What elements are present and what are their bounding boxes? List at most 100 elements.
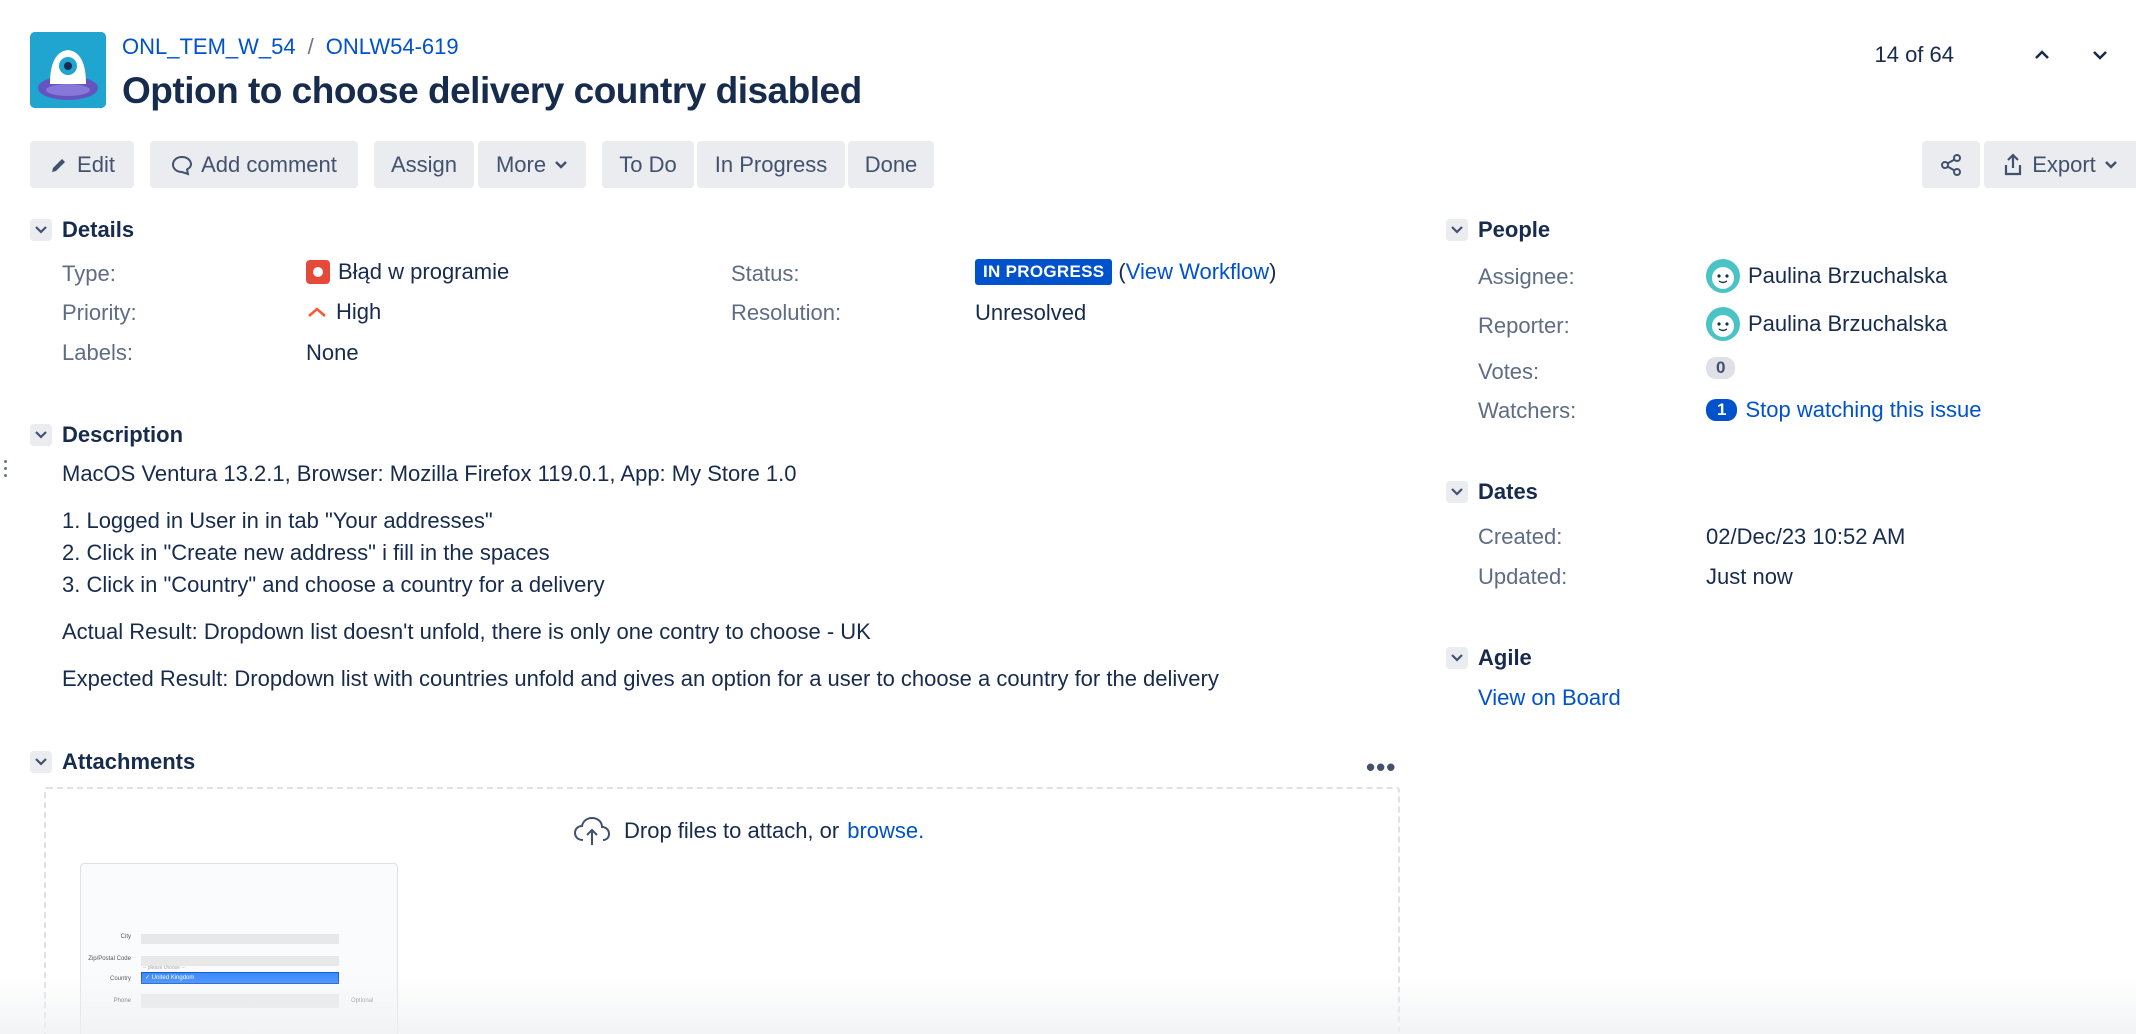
dates-toggle[interactable] [1446, 481, 1468, 503]
thumb-field-label: City [120, 934, 131, 940]
share-button[interactable] [1922, 141, 1980, 188]
drop-text-label: Drop files to attach, or [624, 818, 840, 843]
share-icon [1941, 153, 1961, 176]
drop-text: Drop files to attach, or browse. [572, 815, 924, 847]
chevron-down-icon [1451, 488, 1463, 496]
thumb-input [141, 994, 339, 1008]
edit-button-label: Edit [77, 151, 115, 177]
done-label: Done [864, 151, 918, 177]
attachments-section-header: Attachments [30, 749, 195, 775]
type-text: Błąd w programie [338, 259, 510, 284]
votes-value[interactable]: 0 [1706, 357, 1736, 379]
watchers-value: 1 Stop watching this issue [1706, 397, 1982, 423]
priority-high-icon [308, 307, 326, 317]
export-label: Export [2032, 151, 2096, 177]
add-comment-button[interactable]: Add comment [150, 141, 358, 188]
assign-button[interactable]: Assign [374, 141, 474, 188]
in-progress-label: In Progress [714, 151, 828, 177]
issue-toolbar: Edit Add comment Assign More To Do In Pr… [30, 141, 2136, 188]
status-badge: IN PROGRESS [975, 259, 1113, 285]
description-step: 2. Click in "Create new address" i fill … [62, 540, 550, 565]
assignee-name: Paulina Brzuchalska [1748, 263, 1948, 288]
todo-label: To Do [619, 151, 677, 177]
details-toggle[interactable] [30, 219, 52, 241]
page-title: Option to choose delivery country disabl… [122, 70, 862, 111]
cloud-upload-icon [573, 816, 611, 845]
workflow-open-paren: ( [1118, 259, 1126, 284]
type-label: Type: [62, 261, 116, 286]
workflow-close-paren: ) [1269, 259, 1277, 284]
description-section-header: Description [30, 422, 183, 448]
breadcrumb-issue-link[interactable]: ONLW54-619 [326, 34, 459, 60]
details-section-header: Details [30, 217, 134, 243]
agile-toggle[interactable] [1446, 647, 1468, 669]
attachments-toggle[interactable] [30, 751, 52, 773]
resolution-value: Unresolved [975, 300, 1087, 325]
stop-watching-link[interactable]: Stop watching this issue [1745, 397, 1981, 423]
status-label: Status: [731, 261, 800, 286]
bug-icon [306, 260, 330, 284]
project-avatar[interactable] [30, 32, 106, 108]
attachment-thumbnail[interactable]: City Zip/Postal Code -- please choose --… [80, 863, 398, 1034]
chevron-down-icon [2104, 160, 2117, 169]
dates-section-header: Dates [1446, 479, 1538, 505]
resolution-label: Resolution: [731, 300, 842, 325]
pager-count: 14 of 64 [1874, 42, 1954, 67]
more-label: More [495, 151, 547, 177]
more-button[interactable]: More [478, 141, 586, 188]
priority-label: Priority: [62, 300, 137, 325]
edit-button[interactable]: Edit [30, 141, 134, 188]
description-step: 1. Logged in User in in tab "Your addres… [62, 508, 493, 533]
thumb-input [141, 934, 339, 944]
breadcrumb: ONL_TEM_W_54 / ONLW54-619 [122, 34, 459, 60]
status-todo-button[interactable]: To Do [602, 141, 694, 188]
chevron-down-icon [555, 160, 567, 169]
chevron-down-icon[interactable] [2090, 45, 2110, 65]
attachments-more-icon[interactable]: ••• [1366, 752, 1396, 783]
export-button[interactable]: Export [1984, 141, 2136, 188]
assignee-label: Assignee: [1478, 264, 1575, 289]
thumb-optional-text: Optional [351, 998, 374, 1004]
details-heading: Details [62, 217, 135, 242]
avatar [1706, 307, 1740, 341]
votes-label: Votes: [1478, 359, 1540, 384]
add-comment-label: Add comment [201, 151, 337, 177]
reporter-value[interactable]: Paulina Brzuchalska [1706, 307, 1947, 341]
chevron-down-icon [35, 431, 47, 439]
assign-label: Assign [390, 151, 458, 177]
chevron-down-icon [35, 758, 47, 766]
reporter-label: Reporter: [1478, 313, 1570, 338]
thumb-field-label: Country [109, 976, 131, 982]
type-value: Błąd w programie [306, 259, 509, 285]
chevron-down-icon [1451, 654, 1463, 662]
view-on-board-link[interactable]: View on Board [1478, 685, 1621, 711]
breadcrumb-project-link[interactable]: ONL_TEM_W_54 [122, 34, 296, 60]
status-in-progress-button[interactable]: In Progress [697, 141, 845, 188]
description-toggle[interactable] [30, 424, 52, 446]
attachment-dropzone[interactable]: Drop files to attach, or browse. City Zi… [44, 787, 1400, 1034]
chevron-up-icon[interactable] [2032, 45, 2052, 65]
export-icon [2005, 152, 2022, 175]
assignee-value[interactable]: Paulina Brzuchalska [1706, 259, 1947, 293]
description-environment: MacOS Ventura 13.2.1, Browser: Mozilla F… [62, 461, 797, 486]
avatar [1706, 259, 1740, 293]
updated-label: Updated: [1478, 564, 1568, 589]
priority-text: High [336, 299, 382, 324]
priority-value: High [306, 299, 381, 325]
thumb-field-label: Phone [113, 998, 131, 1004]
reporter-name: Paulina Brzuchalska [1748, 311, 1948, 336]
thumb-field-label: Zip/Postal Code [88, 956, 131, 962]
browse-link[interactable]: browse. [847, 818, 924, 844]
people-toggle[interactable] [1446, 219, 1468, 241]
status-done-button[interactable]: Done [848, 141, 934, 188]
agile-heading: Agile [1478, 645, 1532, 670]
votes-count-badge: 0 [1706, 357, 1736, 379]
labels-label: Labels: [62, 340, 133, 365]
chevron-down-icon [1451, 226, 1463, 234]
watchers-count-badge[interactable]: 1 [1706, 399, 1738, 421]
description-heading: Description [62, 422, 184, 447]
description-expected-result: Expected Result: Dropdown list with coun… [62, 666, 1219, 691]
resize-grip-icon[interactable] [4, 460, 8, 486]
view-workflow-link[interactable]: View Workflow [1126, 259, 1269, 285]
project-avatar-icon [30, 32, 106, 108]
